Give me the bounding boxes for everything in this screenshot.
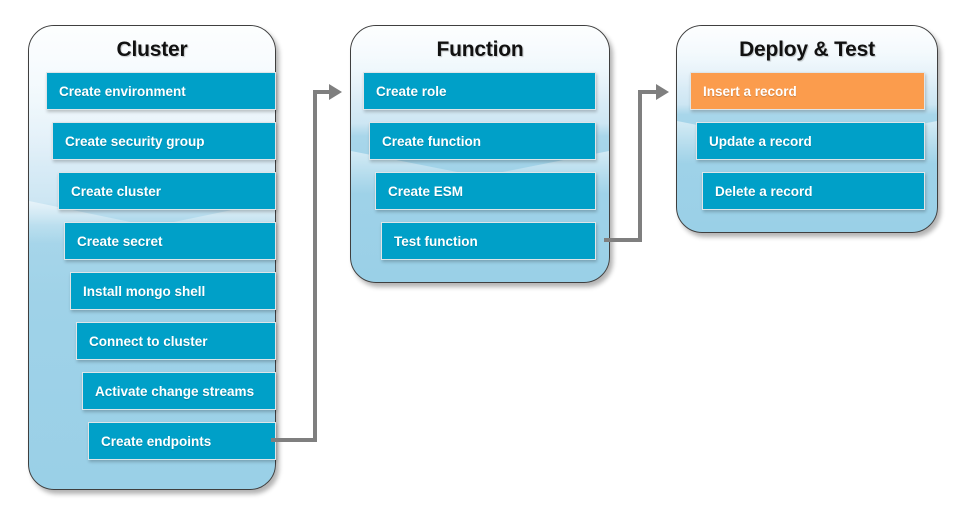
step-delete-a-record[interactable]: Delete a record bbox=[702, 172, 925, 210]
connector-segment-horizontal-bottom bbox=[604, 238, 642, 242]
step-activate-change-streams[interactable]: Activate change streams bbox=[82, 372, 276, 410]
step-create-function[interactable]: Create function bbox=[369, 122, 596, 160]
step-create-esm[interactable]: Create ESM bbox=[375, 172, 596, 210]
step-create-cluster[interactable]: Create cluster bbox=[58, 172, 276, 210]
panel-function-title: Function bbox=[436, 38, 524, 61]
arrow-head-icon bbox=[329, 84, 342, 100]
connector-segment-horizontal-top bbox=[638, 90, 658, 94]
step-install-mongo-shell[interactable]: Install mongo shell bbox=[70, 272, 276, 310]
diagram-canvas: Cluster Create environment Create securi… bbox=[0, 0, 965, 505]
step-create-secret[interactable]: Create secret bbox=[64, 222, 276, 260]
step-update-a-record[interactable]: Update a record bbox=[696, 122, 925, 160]
panel-deploy-test-title: Deploy & Test bbox=[739, 38, 875, 61]
step-create-endpoints[interactable]: Create endpoints bbox=[88, 422, 276, 460]
arrow-head-icon bbox=[656, 84, 669, 100]
step-connect-to-cluster[interactable]: Connect to cluster bbox=[76, 322, 276, 360]
step-create-security-group[interactable]: Create security group bbox=[52, 122, 276, 160]
step-test-function[interactable]: Test function bbox=[381, 222, 596, 260]
step-create-role[interactable]: Create role bbox=[363, 72, 596, 110]
step-insert-a-record[interactable]: Insert a record bbox=[690, 72, 925, 110]
panel-cluster-title: Cluster bbox=[116, 38, 188, 61]
step-create-environment[interactable]: Create environment bbox=[46, 72, 276, 110]
connector-segment-vertical bbox=[313, 90, 317, 442]
connector-segment-horizontal-bottom bbox=[271, 438, 317, 442]
connector-segment-vertical bbox=[638, 90, 642, 242]
